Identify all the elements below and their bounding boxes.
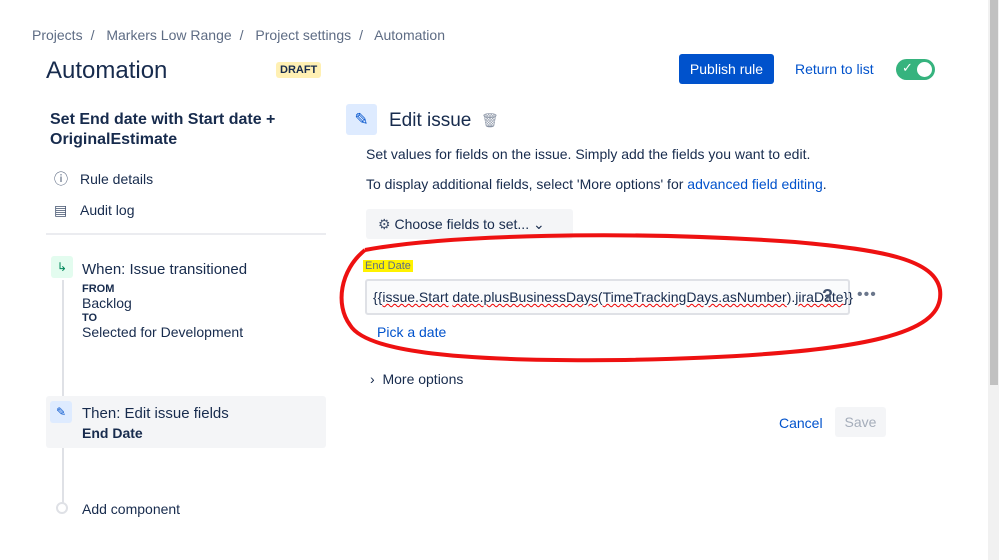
description-2: To display additional fields, select 'Mo… <box>366 176 827 192</box>
pencil-icon: ✎ <box>346 104 377 135</box>
trigger-title: When: Issue transitioned <box>82 261 248 278</box>
cancel-button[interactable]: Cancel <box>779 415 823 431</box>
action-component[interactable]: Then: Edit issue fields End Date <box>82 405 229 441</box>
action-field: End Date <box>82 425 143 441</box>
timeline-line <box>62 280 64 505</box>
add-circle-icon <box>56 502 68 514</box>
separator: / <box>90 27 95 43</box>
more-options-toggle[interactable]: › More options <box>370 371 463 387</box>
pencil-icon: ✎ <box>50 401 72 423</box>
red-annotation-circle <box>339 233 943 363</box>
save-button[interactable]: Save <box>835 407 886 437</box>
publish-rule-button[interactable]: Publish rule <box>679 54 774 84</box>
desc-text: To display additional fields, select 'Mo… <box>366 176 688 192</box>
desc-end: . <box>822 176 827 192</box>
page-title: Automation <box>46 57 168 84</box>
breadcrumb: Projects / Markers Low Range / Project set… <box>32 27 453 43</box>
to-value: Selected for Development <box>82 324 244 340</box>
rule-name[interactable]: Set End date with Start date + OriginalE… <box>50 110 290 150</box>
rule-details-link[interactable]: ⓘ Rule details <box>54 169 153 189</box>
breadcrumb-settings[interactable]: Project settings <box>255 27 351 43</box>
more-options-label: More options <box>382 371 464 387</box>
return-to-list-link[interactable]: Return to list <box>795 61 874 77</box>
add-component-link[interactable]: Add component <box>82 501 180 517</box>
from-label: FROM <box>82 283 115 295</box>
breadcrumb-projects[interactable]: Projects <box>32 27 83 43</box>
action-title: Then: Edit issue fields <box>82 405 229 422</box>
rule-details-label: Rule details <box>80 171 154 187</box>
advanced-field-editing-link[interactable]: advanced field editing <box>687 176 822 192</box>
draft-badge: DRAFT <box>276 62 322 78</box>
separator: / <box>359 27 364 43</box>
trigger-component[interactable]: When: Issue transitioned FROM Backlog TO… <box>82 261 247 340</box>
breadcrumb-project[interactable]: Markers Low Range <box>106 27 231 43</box>
from-value: Backlog <box>82 295 132 311</box>
edit-issue-title: Edit issue <box>389 110 472 131</box>
check-icon: ✓ <box>902 60 913 75</box>
to-label: TO <box>82 312 98 324</box>
rule-enabled-toggle[interactable]: ✓ <box>896 59 935 80</box>
separator: / <box>239 27 244 43</box>
chevron-right-icon: › <box>370 371 383 387</box>
scrollbar-thumb[interactable] <box>990 0 998 385</box>
audit-log-label: Audit log <box>80 202 135 218</box>
breadcrumb-automation[interactable]: Automation <box>374 27 445 43</box>
trash-icon[interactable]: 🗑 <box>481 112 499 129</box>
description: Set values for fields on the issue. Simp… <box>366 146 811 162</box>
info-icon: ⓘ <box>54 171 68 187</box>
divider <box>46 233 326 235</box>
document-icon: ▤ <box>54 202 68 218</box>
audit-log-link[interactable]: ▤ Audit log <box>54 202 134 219</box>
transition-icon: ↳ <box>51 256 73 278</box>
